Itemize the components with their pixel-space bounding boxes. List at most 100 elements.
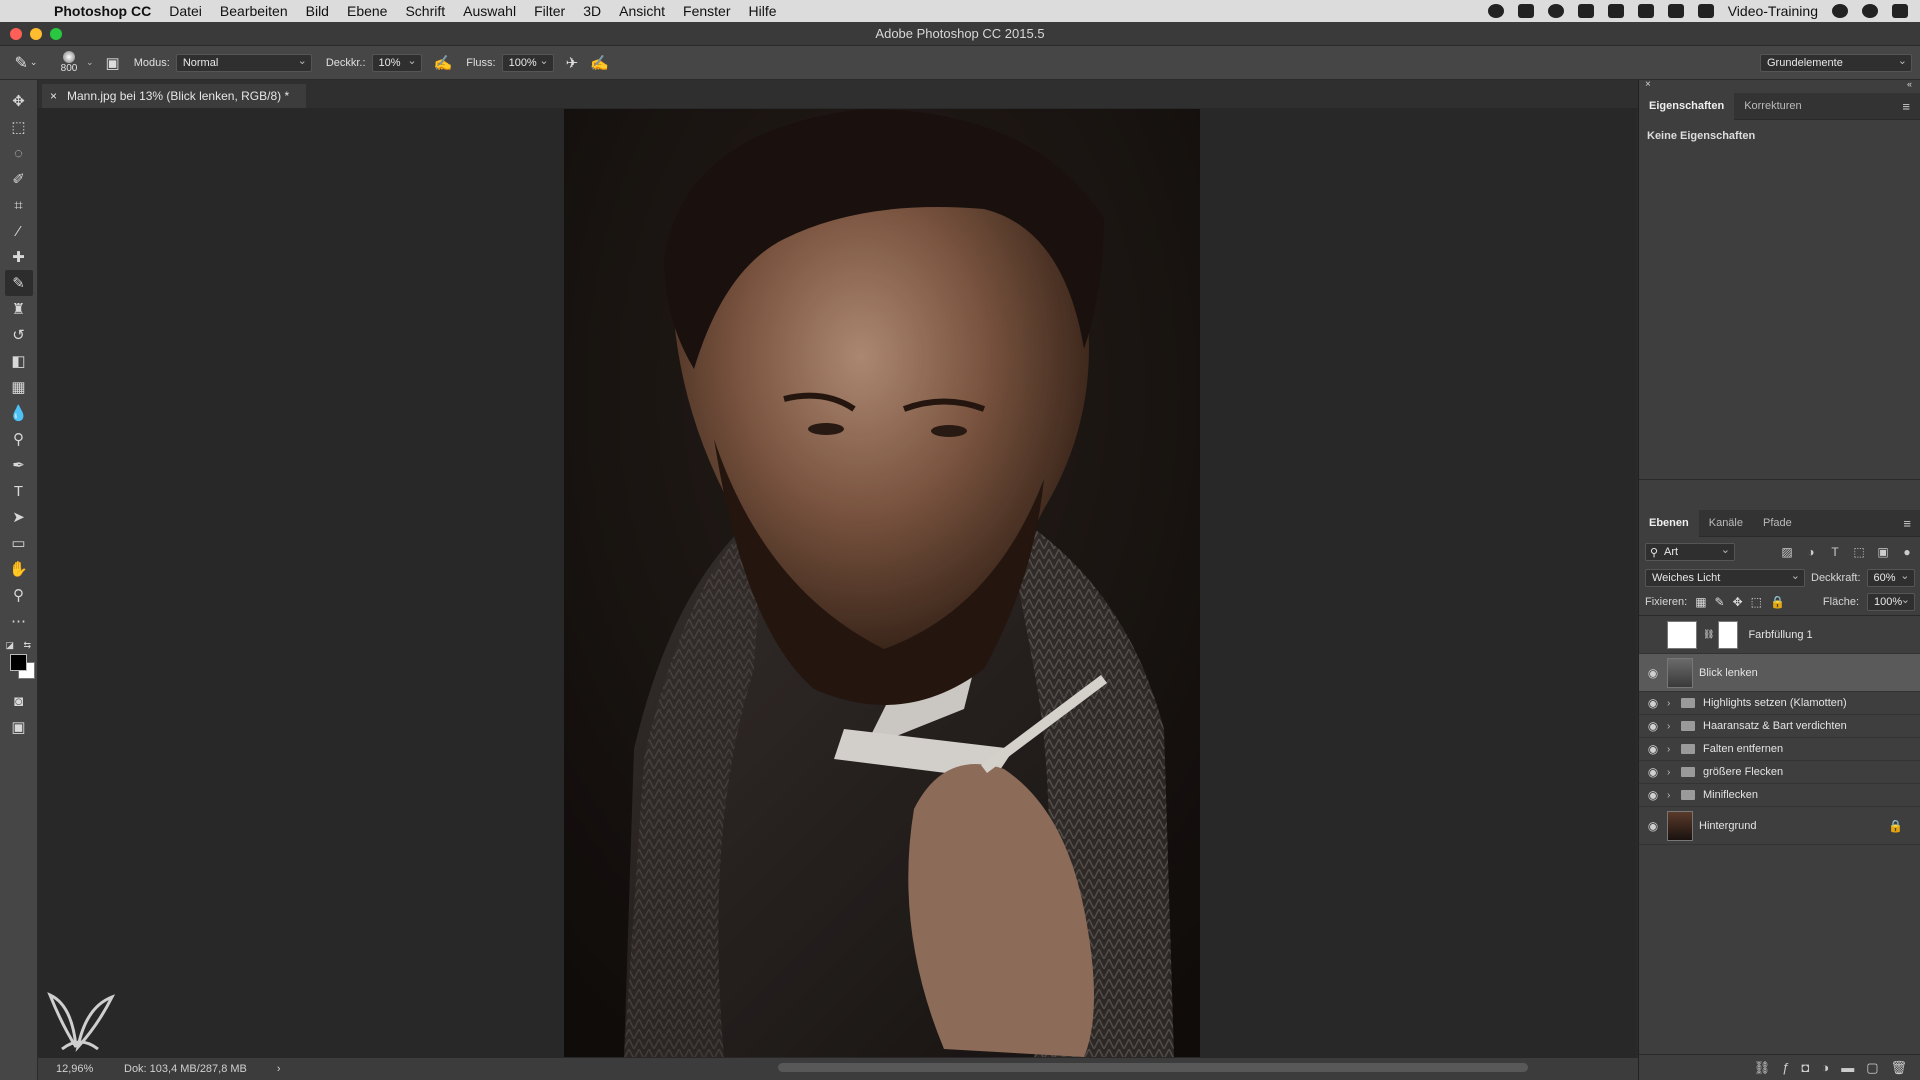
brush-preset-picker[interactable]: 800 bbox=[52, 48, 86, 78]
flow-select[interactable]: 100% bbox=[501, 53, 554, 72]
eyedropper-tool-icon[interactable]: ⁄ bbox=[5, 218, 33, 244]
layers-menu-icon[interactable]: ≡ bbox=[1903, 516, 1911, 531]
new-group-icon[interactable]: ▬ bbox=[1841, 1060, 1854, 1075]
maximize-window-button[interactable] bbox=[50, 28, 62, 40]
menu-hilfe[interactable]: Hilfe bbox=[749, 3, 777, 19]
brush-tool-preset-icon[interactable]: ✎ ⌄ bbox=[0, 46, 52, 80]
menu-ansicht[interactable]: Ansicht bbox=[619, 3, 665, 19]
crop-tool-icon[interactable]: ⌗ bbox=[5, 192, 33, 218]
skype-icon[interactable] bbox=[1607, 4, 1624, 18]
display-icon[interactable] bbox=[1577, 4, 1594, 18]
filter-smart-object-icon[interactable]: ▣ bbox=[1875, 545, 1891, 559]
notification-center-icon[interactable] bbox=[1892, 4, 1908, 18]
filter-shape-icon[interactable]: ⬚ bbox=[1851, 545, 1867, 559]
menu-filter[interactable]: Filter bbox=[534, 3, 565, 19]
menu-app-name[interactable]: Photoshop CC bbox=[54, 3, 151, 19]
layer-group-row[interactable]: ◉ › Haaransatz & Bart verdichten bbox=[1639, 715, 1920, 738]
eye-icon[interactable]: ◉ bbox=[1639, 819, 1667, 833]
healing-brush-tool-icon[interactable]: ✚ bbox=[5, 244, 33, 270]
layer-row-selected[interactable]: ◉ Blick lenken bbox=[1639, 654, 1920, 692]
layer-group-row[interactable]: ◉ › Miniflecken bbox=[1639, 784, 1920, 807]
add-mask-icon[interactable]: ◘ bbox=[1801, 1060, 1809, 1075]
eye-icon[interactable]: ◉ bbox=[1639, 719, 1667, 733]
filter-pixel-icon[interactable]: ▨ bbox=[1779, 545, 1795, 559]
horizontal-scrollbar[interactable] bbox=[778, 1063, 1528, 1072]
bluetooth-icon[interactable] bbox=[1637, 4, 1654, 18]
visibility-toggle-hidden[interactable]: ◉ bbox=[1639, 628, 1667, 642]
move-tool-icon[interactable]: ✥ bbox=[5, 88, 33, 114]
tab-korrekturen[interactable]: Korrekturen bbox=[1734, 93, 1811, 120]
quick-selection-tool-icon[interactable]: ✐ bbox=[5, 166, 33, 192]
link-layers-icon[interactable]: ⛓ bbox=[1754, 1060, 1771, 1076]
close-panel-icon[interactable]: × bbox=[1645, 79, 1651, 90]
lock-image-icon[interactable]: ✎ bbox=[1715, 595, 1725, 609]
document-image[interactable] bbox=[564, 109, 1200, 1057]
eye-icon[interactable]: ◉ bbox=[1639, 788, 1667, 802]
layer-kind-filter[interactable]: ⚲ Art bbox=[1645, 543, 1735, 561]
filter-adjustment-icon[interactable]: ◑ bbox=[1803, 545, 1819, 559]
eye-icon[interactable]: ◉ bbox=[1639, 742, 1667, 756]
tab-pfade[interactable]: Pfade bbox=[1753, 510, 1802, 537]
eye-icon[interactable]: ◉ bbox=[1639, 666, 1667, 680]
wifi-icon[interactable] bbox=[1667, 4, 1684, 18]
opacity-select[interactable]: 10% bbox=[371, 53, 422, 72]
dropbox-icon[interactable] bbox=[1517, 4, 1534, 18]
delete-layer-icon[interactable]: 🗑 bbox=[1890, 1060, 1907, 1076]
marquee-tool-icon[interactable]: ⬚ bbox=[5, 114, 33, 140]
eraser-tool-icon[interactable]: ◧ bbox=[5, 348, 33, 374]
status-menu-chevron-icon[interactable]: › bbox=[277, 1063, 281, 1075]
pressure-size-icon[interactable]: ✍ bbox=[590, 54, 609, 72]
blur-tool-icon[interactable]: 💧 bbox=[5, 400, 33, 426]
lasso-tool-icon[interactable]: ◌ bbox=[5, 140, 33, 166]
history-brush-tool-icon[interactable]: ↺ bbox=[5, 322, 33, 348]
layer-mask-thumbnail[interactable] bbox=[1718, 620, 1739, 649]
brush-tool-icon[interactable]: ✎ bbox=[4, 270, 33, 296]
tab-ebenen[interactable]: Ebenen bbox=[1639, 509, 1699, 537]
user-name[interactable]: Video-Training bbox=[1728, 3, 1818, 19]
spotlight-icon[interactable] bbox=[1832, 4, 1848, 18]
color-swatches[interactable]: ◪ ⇆ bbox=[4, 640, 35, 679]
foreground-color-swatch[interactable] bbox=[9, 654, 27, 671]
eye-icon[interactable]: ◉ bbox=[1639, 696, 1667, 710]
layer-style-icon[interactable]: ƒ bbox=[1782, 1060, 1789, 1075]
zoom-tool-icon[interactable]: ⚲ bbox=[5, 582, 33, 608]
layer-row[interactable]: ◉ Hintergrund 🔒 bbox=[1639, 807, 1920, 845]
new-layer-icon[interactable]: ▢ bbox=[1866, 1060, 1878, 1076]
path-selection-tool-icon[interactable]: ➤ bbox=[5, 504, 33, 530]
new-adjustment-layer-icon[interactable]: ◑ bbox=[1821, 1060, 1829, 1075]
layer-group-row[interactable]: ◉ › Highlights setzen (Klamotten) bbox=[1639, 692, 1920, 715]
brush-panel-toggle-icon[interactable]: ▣ bbox=[106, 54, 120, 72]
screen-mode-icon[interactable]: ▣ bbox=[5, 714, 33, 740]
menu-bild[interactable]: Bild bbox=[306, 3, 329, 19]
menu-auswahl[interactable]: Auswahl bbox=[463, 3, 516, 19]
dodge-tool-icon[interactable]: ⚲ bbox=[5, 426, 33, 452]
brush-picker-chevron-icon[interactable]: ⌄ bbox=[86, 57, 94, 68]
expand-arrow-icon[interactable]: › bbox=[1667, 698, 1679, 709]
eye-icon[interactable]: ◉ bbox=[1639, 765, 1667, 779]
lock-transparency-icon[interactable]: ▦ bbox=[1695, 595, 1706, 609]
blend-mode-select[interactable]: Weiches Licht bbox=[1645, 569, 1805, 587]
filter-type-icon[interactable]: T bbox=[1827, 545, 1843, 559]
airbrush-icon[interactable]: ✈ bbox=[566, 54, 579, 72]
properties-menu-icon[interactable]: ≡ bbox=[1902, 99, 1910, 114]
collapse-panel-icon[interactable]: « bbox=[1907, 79, 1912, 89]
record-icon[interactable] bbox=[1487, 4, 1504, 18]
layer-group-row[interactable]: ◉ › Falten entfernen bbox=[1639, 738, 1920, 761]
swap-colors-icon[interactable]: ⇆ bbox=[24, 640, 32, 651]
lock-icon[interactable]: 🔒 bbox=[1888, 819, 1903, 833]
pressure-opacity-icon[interactable]: ✍ bbox=[434, 54, 453, 72]
layer-row[interactable]: ◉ ⛓ Farbfüllung 1 bbox=[1639, 616, 1920, 654]
expand-arrow-icon[interactable]: › bbox=[1667, 767, 1679, 778]
layer-group-row[interactable]: ◉ › größere Flecken bbox=[1639, 761, 1920, 784]
menu-schrift[interactable]: Schrift bbox=[405, 3, 445, 19]
close-window-button[interactable] bbox=[10, 28, 22, 40]
rectangle-tool-icon[interactable]: ▭ bbox=[5, 530, 33, 556]
pen-tool-icon[interactable]: ✒ bbox=[5, 452, 33, 478]
lock-position-icon[interactable]: ✥ bbox=[1733, 595, 1743, 609]
canvas-area[interactable] bbox=[38, 108, 1638, 1058]
quick-mask-icon[interactable]: ◙ bbox=[5, 688, 33, 714]
creative-cloud-icon[interactable] bbox=[1547, 4, 1564, 18]
expand-arrow-icon[interactable]: › bbox=[1667, 744, 1679, 755]
close-tab-icon[interactable]: × bbox=[50, 89, 57, 103]
document-tab[interactable]: × Mann.jpg bei 13% (Blick lenken, RGB/8)… bbox=[42, 84, 306, 108]
